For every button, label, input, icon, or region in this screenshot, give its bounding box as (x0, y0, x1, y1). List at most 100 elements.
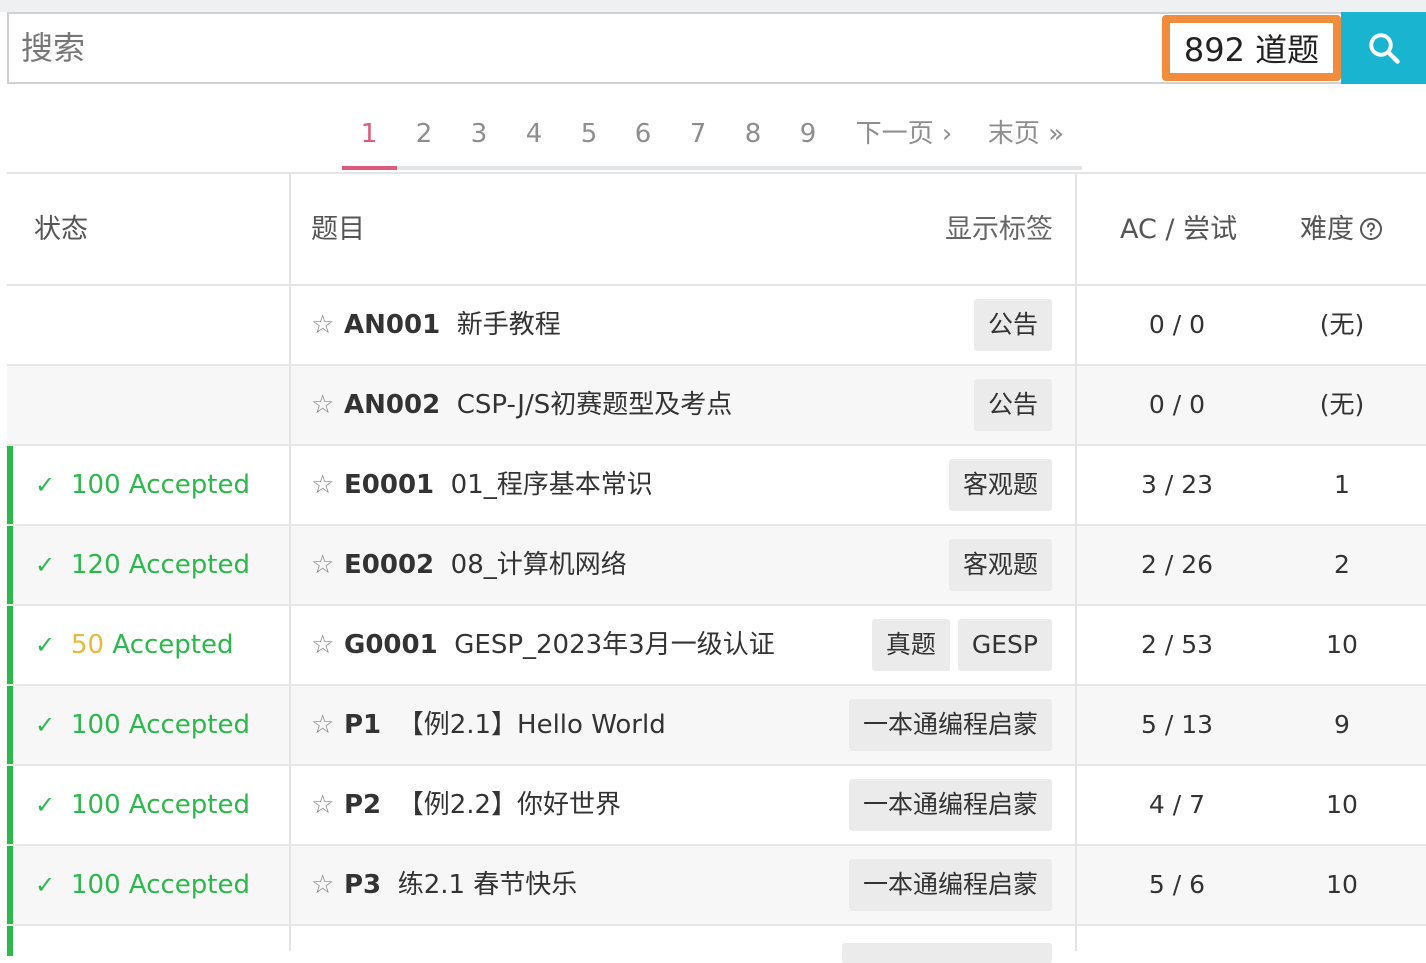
ac-attempts: 0 / 0 (1148, 390, 1206, 419)
problem-title-link[interactable]: P3 练2.1 春节快乐 (344, 846, 577, 924)
star-outline-icon[interactable]: ☆ (311, 526, 334, 604)
problem-table: 状态 题目 显示标签 AC / 尝试 难度 ☆ AN001 新手教程 公告 0 … (7, 172, 1426, 963)
header-ac-attempts: AC / 尝试 (1120, 214, 1238, 245)
page-8[interactable]: 8 (733, 114, 773, 154)
search-bar: 892 道题 (7, 12, 1426, 84)
table-row-partial (7, 926, 1426, 963)
star-outline-icon[interactable]: ☆ (311, 446, 334, 524)
problem-title: GESP_2023年3月一级认证 (454, 630, 775, 660)
problem-title: 【例2.2】你好世界 (397, 790, 622, 820)
tag[interactable]: 一本通编程启蒙 (848, 699, 1052, 751)
status-link[interactable]: 50 Accepted (71, 606, 233, 684)
tag-list: 真题 GESP (871, 619, 1052, 671)
table-row: ✓ 100 Accepted ☆ P1 【例2.1】Hello World 一本… (7, 686, 1426, 766)
column-divider (289, 174, 291, 951)
tag[interactable]: 一本通编程启蒙 (848, 779, 1052, 831)
accepted-indicator (7, 686, 13, 764)
next-page-link[interactable]: 下一页 › (852, 114, 956, 154)
problem-title: 新手教程 (456, 310, 561, 340)
page-4[interactable]: 4 (514, 114, 554, 154)
problem-title: 01_程序基本常识 (450, 470, 653, 500)
page-3[interactable]: 3 (459, 114, 499, 154)
star-outline-icon[interactable]: ☆ (311, 846, 334, 924)
problem-id: AN002 (344, 390, 441, 420)
problem-id: P2 (344, 790, 382, 820)
page-1[interactable]: 1 (349, 114, 389, 154)
problem-title-link[interactable]: AN002 CSP-J/S初赛题型及考点 (344, 366, 732, 444)
tag-partial (842, 943, 1052, 963)
question-circle-icon[interactable] (1359, 217, 1383, 241)
header-title: 题目 (311, 214, 365, 245)
top-strip (0, 0, 1426, 12)
problem-list-page: 892 道题 1 2 3 4 5 6 7 8 9 下一页 › 末页 » 状态 题… (0, 0, 1426, 963)
check-icon: ✓ (35, 631, 56, 659)
problem-title-link[interactable]: P1 【例2.1】Hello World (344, 686, 666, 764)
accepted-indicator (7, 526, 13, 604)
tag[interactable]: 公告 (973, 299, 1052, 351)
tag[interactable]: GESP (957, 619, 1052, 671)
tag-list: 一本通编程启蒙 (848, 699, 1052, 751)
problem-id: AN001 (344, 310, 441, 340)
tag[interactable]: 客观题 (948, 459, 1052, 511)
page-2[interactable]: 2 (404, 114, 444, 154)
problem-title-link[interactable]: AN001 新手教程 (344, 286, 561, 364)
check-icon: ✓ (35, 551, 56, 579)
header-status: 状态 (34, 214, 88, 245)
ac-attempts: 2 / 26 (1140, 550, 1214, 579)
check-icon: ✓ (35, 471, 56, 499)
problem-id: E0001 (344, 470, 435, 500)
table-row: ✓ 100 Accepted ☆ E0001 01_程序基本常识 客观题 3 /… (7, 446, 1426, 526)
star-outline-icon[interactable]: ☆ (311, 606, 334, 684)
status-link[interactable]: 100 Accepted (71, 846, 250, 924)
difficulty: 10 (1326, 790, 1358, 819)
tag[interactable]: 真题 (871, 619, 950, 671)
last-page-link[interactable]: 末页 » (984, 114, 1068, 154)
tag-list: 公告 (973, 299, 1052, 351)
ac-attempts: 5 / 13 (1140, 710, 1214, 739)
problem-id: P3 (344, 870, 382, 900)
problem-title-link[interactable]: G0001 GESP_2023年3月一级认证 (344, 606, 775, 684)
page-7[interactable]: 7 (678, 114, 718, 154)
table-row: ✓ 100 Accepted ☆ P3 练2.1 春节快乐 一本通编程启蒙 5 … (7, 846, 1426, 926)
status-link[interactable]: 100 Accepted (71, 686, 250, 764)
tag-list: 客观题 (948, 459, 1052, 511)
problem-title-link[interactable]: P2 【例2.2】你好世界 (344, 766, 621, 844)
ac-attempts: 3 / 23 (1140, 470, 1214, 499)
check-icon: ✓ (35, 871, 56, 899)
problem-title: CSP-J/S初赛题型及考点 (456, 390, 733, 420)
difficulty: 2 (1334, 550, 1350, 579)
difficulty: 9 (1334, 710, 1350, 739)
tag[interactable]: 公告 (973, 379, 1052, 431)
accepted-indicator (7, 926, 13, 956)
status-link[interactable]: 100 Accepted (71, 766, 250, 844)
star-outline-icon[interactable]: ☆ (311, 366, 334, 444)
problem-title-link[interactable]: E0001 01_程序基本常识 (344, 446, 653, 524)
show-tags-toggle[interactable]: 显示标签 (945, 174, 1053, 286)
page-6[interactable]: 6 (623, 114, 663, 154)
accepted-indicator (7, 846, 13, 924)
ac-attempts: 2 / 53 (1140, 630, 1214, 659)
tag[interactable]: 客观题 (948, 539, 1052, 591)
column-divider (1075, 174, 1077, 951)
star-outline-icon[interactable]: ☆ (311, 286, 334, 364)
status-link[interactable]: 120 Accepted (71, 526, 250, 604)
page-9[interactable]: 9 (788, 114, 828, 154)
pager-active-indicator (342, 166, 397, 170)
search-button[interactable] (1341, 12, 1426, 84)
star-outline-icon[interactable]: ☆ (311, 766, 334, 844)
problem-title: 【例2.1】Hello World (397, 710, 666, 740)
difficulty: 10 (1326, 630, 1358, 659)
accepted-indicator (7, 606, 13, 684)
page-5[interactable]: 5 (569, 114, 609, 154)
tag-list: 一本通编程启蒙 (848, 779, 1052, 831)
tag[interactable]: 一本通编程启蒙 (848, 859, 1052, 911)
status-link[interactable]: 100 Accepted (71, 446, 250, 524)
search-input[interactable] (7, 12, 1341, 84)
check-icon: ✓ (35, 791, 56, 819)
status-verdict: Accepted (104, 630, 234, 660)
star-outline-icon[interactable]: ☆ (311, 686, 334, 764)
problem-id: G0001 (344, 630, 438, 660)
pager-underline (342, 166, 1082, 170)
problem-title-link[interactable]: E0002 08_计算机网络 (344, 526, 627, 604)
difficulty: 1 (1334, 470, 1350, 499)
